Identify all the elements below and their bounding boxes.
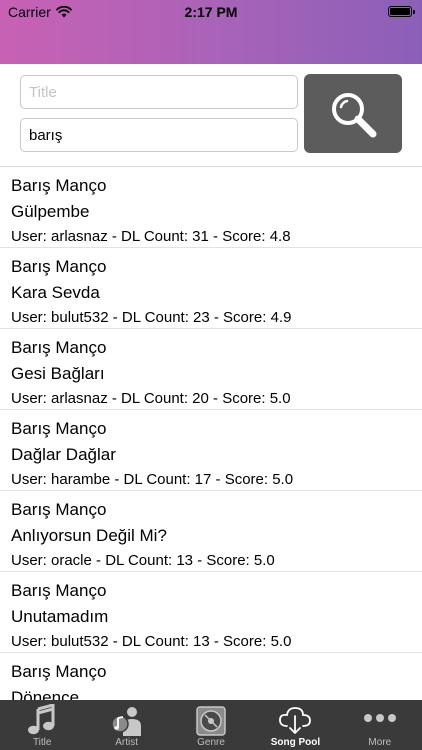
- artist-label: Barış Manço: [11, 662, 107, 681]
- list-item[interactable]: Barış Manço Gesi Bağları User: arlasnaz …: [0, 329, 422, 410]
- results-list: Barış Manço Gülpembe User: arlasnaz - DL…: [0, 167, 422, 700]
- artist-label: Barış Manço: [11, 419, 107, 438]
- artist-search-input[interactable]: [20, 118, 298, 152]
- song-title: Dönence: [11, 688, 80, 700]
- tab-label: Song Pool: [270, 737, 321, 748]
- song-title: Dağlar Dağlar: [11, 445, 116, 464]
- list-item[interactable]: Barış Manço Gülpembe User: arlasnaz - DL…: [0, 167, 422, 248]
- song-title: Gülpembe: [11, 202, 90, 221]
- tab-label: More: [368, 737, 392, 748]
- tab-title[interactable]: Title: [0, 700, 84, 750]
- tab-label: Title: [32, 737, 52, 748]
- tab-artist[interactable]: Artist: [84, 700, 168, 750]
- genre-record-icon: [196, 706, 226, 736]
- list-item[interactable]: Barış Manço Unutamadım User: bulut532 - …: [0, 572, 422, 653]
- cloud-download-icon: [279, 707, 312, 734]
- tab-song-pool[interactable]: Song Pool: [253, 700, 337, 750]
- song-meta: User: bulut532 - DL Count: 13 - Score: 5…: [11, 633, 292, 650]
- tab-genre[interactable]: Genre: [169, 700, 253, 750]
- nav-header: Carrier 2:17 PM: [0, 0, 422, 64]
- artist-label: Barış Manço: [11, 176, 107, 195]
- song-meta: User: arlasnaz - DL Count: 20 - Score: 5…: [11, 390, 291, 407]
- artist-label: Barış Manço: [11, 338, 107, 357]
- list-item[interactable]: Barış Manço Dağlar Dağlar User: harambe …: [0, 410, 422, 491]
- music-note-icon: [28, 704, 55, 735]
- song-meta: User: oracle - DL Count: 13 - Score: 5.0: [11, 552, 275, 569]
- status-bar: Carrier 2:17 PM: [0, 0, 422, 22]
- artist-label: Barış Manço: [11, 581, 107, 600]
- search-area: [0, 64, 422, 167]
- artist-icon: [110, 707, 141, 736]
- search-button[interactable]: [304, 74, 402, 153]
- title-search-input[interactable]: [20, 75, 298, 109]
- song-title: Anlıyorsun Değil Mi?: [11, 526, 167, 545]
- artist-label: Barış Manço: [11, 500, 107, 519]
- search-icon: [332, 92, 377, 137]
- list-item[interactable]: Barış Manço Kara Sevda User: bulut532 - …: [0, 248, 422, 329]
- tab-bar: Title Artist Genre Song Pool More: [0, 700, 422, 750]
- tab-more[interactable]: More: [338, 700, 422, 750]
- status-time: 2:17 PM: [184, 4, 238, 20]
- song-meta: User: arlasnaz - DL Count: 31 - Score: 4…: [11, 228, 291, 245]
- list-item[interactable]: Barış Manço Anlıyorsun Değil Mi? User: o…: [0, 491, 422, 572]
- artist-label: Barış Manço: [11, 257, 107, 276]
- song-title: Gesi Bağları: [11, 364, 105, 383]
- song-meta: User: bulut532 - DL Count: 23 - Score: 4…: [11, 309, 292, 326]
- tab-label: Genre: [197, 737, 225, 748]
- song-title: Kara Sevda: [11, 283, 100, 302]
- song-title: Unutamadım: [11, 607, 109, 626]
- battery-icon: [388, 6, 415, 17]
- tab-label: Artist: [115, 737, 138, 748]
- more-dots-icon: [363, 714, 396, 722]
- list-item[interactable]: Barış Manço Dönence: [0, 653, 422, 700]
- song-meta: User: harambe - DL Count: 17 - Score: 5.…: [11, 471, 294, 488]
